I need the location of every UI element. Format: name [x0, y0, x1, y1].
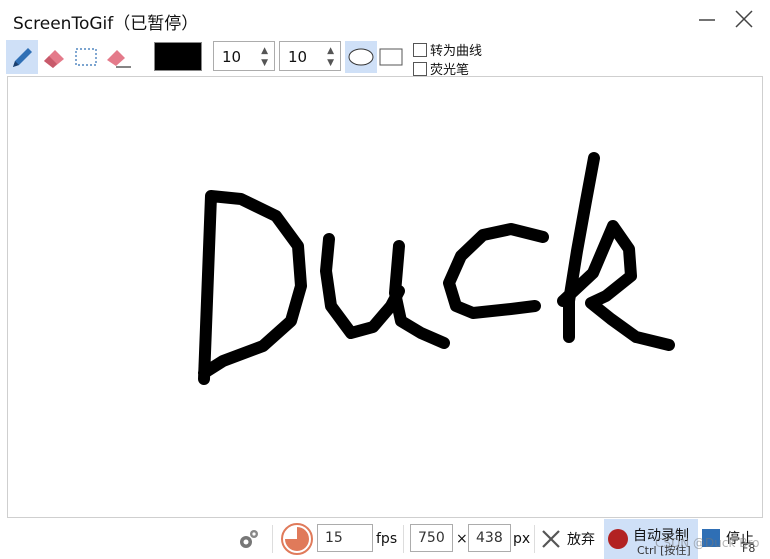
snapshot-mode-button[interactable] — [280, 519, 314, 559]
minimize-button[interactable] — [694, 6, 720, 32]
eraser-icon — [44, 50, 64, 68]
title-bar: ScreenToGif（已暂停） — [0, 0, 770, 38]
times-label: × — [456, 531, 468, 547]
eraser-tool-button[interactable] — [38, 40, 70, 74]
pen-height-value: 10 — [288, 48, 308, 66]
handwritten-duck-drawing — [198, 152, 675, 385]
clear-tool-button[interactable] — [102, 40, 134, 74]
rectangle-select-icon — [75, 48, 97, 66]
decrement-arrow-icon[interactable]: ▼ — [261, 58, 268, 68]
height-input[interactable]: 438 — [468, 524, 511, 552]
decrement-arrow-icon[interactable]: ▼ — [327, 58, 334, 68]
separator — [534, 525, 535, 553]
gear-icon — [240, 530, 258, 548]
fit-to-curve-checkbox[interactable]: 转为曲线 — [413, 40, 482, 59]
pen-tool-button[interactable] — [6, 40, 38, 74]
watermark-text: CSDN @Duck Bro — [655, 536, 760, 550]
checkbox-box[interactable] — [413, 61, 427, 76]
separator — [272, 525, 273, 553]
settings-button[interactable] — [236, 519, 260, 559]
px-unit-label: px — [513, 531, 531, 547]
increment-arrow-icon[interactable]: ▲ — [327, 46, 334, 56]
snapshot-icon — [281, 523, 313, 555]
discard-button[interactable]: 放弃 — [540, 519, 595, 559]
rectangle-shape-icon — [379, 48, 403, 66]
window-title: ScreenToGif（已暂停） — [13, 14, 199, 34]
clear-eraser-icon — [107, 50, 131, 68]
drawing-canvas[interactable] — [7, 76, 763, 518]
ellipse-shape-icon — [348, 48, 374, 66]
checkbox-box[interactable] — [413, 42, 427, 57]
pen-width-stepper[interactable]: 10 ▲ ▼ — [213, 41, 275, 71]
width-input[interactable]: 750 — [410, 524, 453, 552]
select-tool-button[interactable] — [70, 40, 102, 74]
separator — [403, 525, 404, 553]
fps-unit-label: fps — [376, 531, 398, 547]
discard-label: 放弃 — [567, 532, 595, 548]
width-value: 750 — [418, 530, 445, 546]
fps-value: 15 — [325, 530, 343, 546]
discard-x-icon — [542, 530, 560, 548]
rectangle-tip-button[interactable] — [375, 41, 407, 73]
record-dot-icon — [608, 529, 628, 549]
close-icon — [735, 10, 753, 28]
pen-width-value: 10 — [222, 48, 242, 66]
ellipse-tip-button[interactable] — [345, 41, 377, 73]
pen-height-stepper[interactable]: 10 ▲ ▼ — [279, 41, 341, 71]
color-picker-swatch[interactable] — [154, 42, 202, 71]
fps-input[interactable]: 15 — [317, 524, 373, 552]
minimize-icon — [699, 19, 715, 21]
drawing-toolbar: 10 ▲ ▼ 10 ▲ ▼ 转为曲线 荧光笔 — [0, 38, 770, 78]
height-value: 438 — [476, 530, 503, 546]
increment-arrow-icon[interactable]: ▲ — [261, 46, 268, 56]
close-button[interactable] — [731, 6, 757, 32]
fit-to-curve-label: 转为曲线 — [430, 44, 483, 59]
pen-icon — [13, 48, 32, 67]
